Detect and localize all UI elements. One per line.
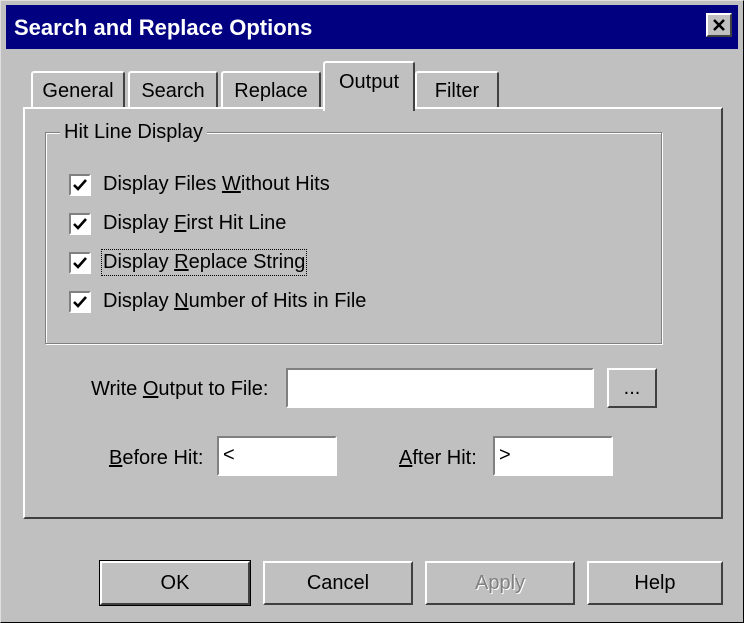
checkmark-icon	[73, 295, 87, 308]
title-bar[interactable]: Search and Replace Options	[6, 5, 738, 49]
checkbox-display-replace-string[interactable]: Display Replace String	[69, 249, 308, 276]
tab-label: General	[42, 80, 114, 102]
checkbox-display-first-hit-line[interactable]: Display First Hit Line	[69, 212, 286, 235]
tab-label: Filter	[434, 80, 480, 102]
apply-label: Apply	[474, 571, 526, 594]
checkbox-label: Display Files Without Hits	[103, 173, 330, 195]
browse-button[interactable]: ...	[607, 368, 657, 408]
checkbox-box[interactable]	[69, 290, 91, 313]
before-hit-label: Before Hit:	[109, 447, 204, 469]
close-button[interactable]	[706, 13, 732, 37]
after-hit-input[interactable]: >	[493, 436, 613, 476]
ok-button[interactable]: OK	[99, 560, 251, 606]
help-button[interactable]: Help	[587, 561, 723, 605]
checkmark-icon	[73, 178, 87, 191]
checkbox-box[interactable]	[69, 212, 91, 235]
checkbox-display-files-without-hits[interactable]: Display Files Without Hits	[69, 173, 330, 196]
checkmark-icon	[73, 256, 87, 269]
output-file-label: Write Output to File:	[91, 378, 269, 400]
browse-label: ...	[623, 376, 641, 399]
checkbox-label: Display Number of Hits in File	[103, 290, 367, 312]
dialog-window: Search and Replace Options General Searc…	[0, 0, 744, 623]
close-icon	[713, 19, 725, 31]
tab-label: Replace	[234, 80, 308, 102]
ok-label: OK	[160, 571, 190, 594]
window-title: Search and Replace Options	[14, 15, 313, 40]
checkbox-box[interactable]	[69, 173, 91, 196]
tab-label: Output	[338, 71, 400, 93]
tab-replace[interactable]: Replace	[221, 71, 321, 109]
help-label: Help	[634, 571, 676, 594]
apply-button[interactable]: Apply	[425, 561, 575, 605]
before-hit-input[interactable]: <	[217, 436, 337, 476]
checkbox-label: Display Replace String	[100, 249, 308, 276]
checkbox-box[interactable]	[69, 251, 91, 274]
output-file-input[interactable]	[286, 368, 594, 408]
tab-search[interactable]: Search	[128, 71, 218, 109]
checkbox-label: Display First Hit Line	[103, 212, 287, 234]
cancel-label: Cancel	[306, 571, 370, 594]
checkmark-icon	[73, 217, 87, 230]
group-label: Hit Line Display	[60, 121, 207, 144]
after-hit-label: After Hit:	[399, 447, 477, 469]
tab-general[interactable]: General	[31, 71, 125, 109]
tab-label: Search	[141, 80, 205, 102]
tab-filter[interactable]: Filter	[415, 71, 499, 109]
cancel-button[interactable]: Cancel	[263, 561, 413, 605]
tab-output[interactable]: Output	[323, 61, 415, 111]
checkbox-display-number-of-hits[interactable]: Display Number of Hits in File	[69, 290, 366, 313]
